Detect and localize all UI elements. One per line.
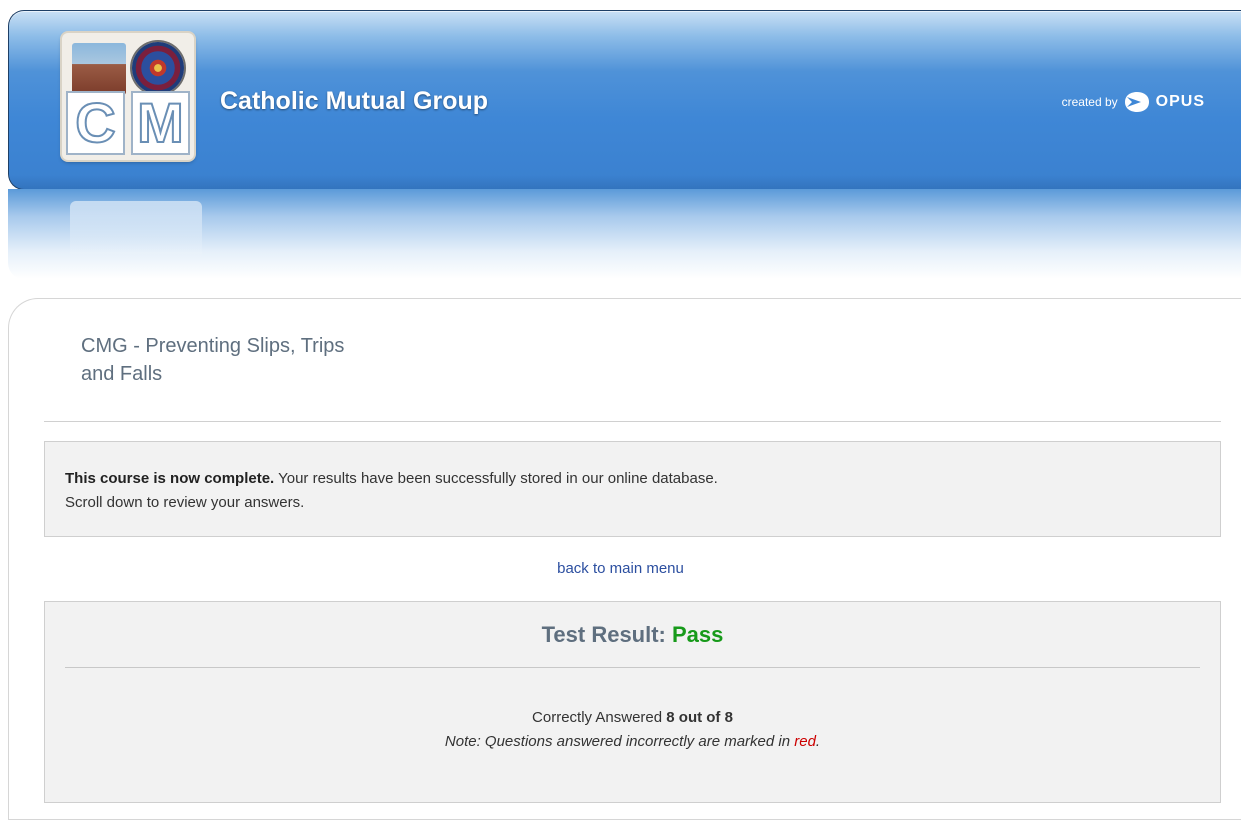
result-divider <box>65 667 1200 668</box>
logo-letter-m: M <box>131 91 190 155</box>
app-title: Catholic Mutual Group <box>220 87 489 115</box>
logo-letter-c: C <box>66 91 125 155</box>
test-result-box: Test Result: Pass Correctly Answered 8 o… <box>44 601 1221 803</box>
score-label: Correctly Answered <box>532 709 667 726</box>
note-red-word: red <box>794 733 816 750</box>
course-title: CMG - Preventing Slips, Trips and Falls <box>81 332 481 388</box>
course-title-line2: and Falls <box>81 363 163 385</box>
test-result-status: Pass <box>672 622 724 647</box>
test-result-label: Test Result: <box>541 622 672 647</box>
incorrect-note: Note: Questions answered incorrectly are… <box>45 733 1220 750</box>
back-link-row: back to main menu <box>0 560 1241 577</box>
title-divider <box>44 421 1221 422</box>
completion-notice: This course is now complete. Your result… <box>44 441 1221 537</box>
opus-logo-icon <box>1124 92 1149 112</box>
note-prefix: Note: Questions answered incorrectly are… <box>444 733 795 750</box>
created-by-label: created by <box>1061 95 1118 109</box>
course-title-line1: CMG - Preventing Slips, Trips <box>81 335 345 357</box>
notice-message: Your results have been successfully stor… <box>274 470 718 487</box>
created-by-opus[interactable]: created by OPUS <box>1062 91 1205 113</box>
created-by-brand: OPUS <box>1155 93 1205 110</box>
cm-logo[interactable]: C M <box>62 33 194 160</box>
logo-letters: C M <box>62 91 194 157</box>
score-value: 8 out of 8 <box>666 709 733 726</box>
notice-text: This course is now complete. Your result… <box>65 467 718 515</box>
logo-reflection <box>70 201 202 261</box>
header-reflection <box>8 189 1241 279</box>
notice-bold: This course is now complete. <box>65 470 275 487</box>
note-suffix: . <box>815 733 821 750</box>
notice-line2: Scroll down to review your answers. <box>65 494 305 511</box>
church-image <box>72 43 126 95</box>
score-line: Correctly Answered 8 out of 8 <box>45 709 1220 726</box>
test-result-heading: Test Result: Pass <box>45 622 1220 648</box>
back-to-main-menu-link[interactable]: back to main menu <box>557 560 684 577</box>
stained-glass-image <box>132 42 184 94</box>
